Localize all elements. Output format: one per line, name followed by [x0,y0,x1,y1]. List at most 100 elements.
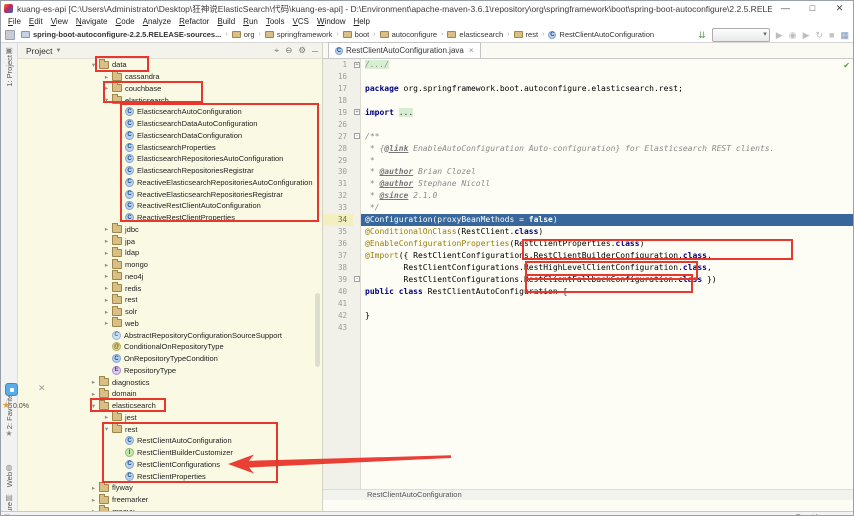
tree-item[interactable]: ▸diagnostics [18,376,322,388]
tree-item[interactable]: ▸domain [18,388,322,400]
chevron-collapsed-icon[interactable]: ▸ [102,272,111,280]
breadcrumb-item[interactable]: autoconfigure [380,30,437,39]
menu-item-build[interactable]: Build [213,17,239,26]
tree-item[interactable]: ▾elasticsearch [18,94,322,106]
code-line[interactable]: 31 * @author Stephane Nicoll [323,178,854,190]
breadcrumb-item[interactable]: org [232,30,255,39]
tree-item[interactable]: ▸redis [18,282,322,294]
chevron-collapsed-icon[interactable]: ▸ [89,390,98,398]
collapse-all-icon[interactable]: ⊖ [285,45,292,56]
menu-item-file[interactable]: File [4,17,25,26]
code-line[interactable]: 18 [323,95,854,107]
tree-item[interactable]: CElasticsearchDataAutoConfiguration [18,118,322,130]
code-line[interactable]: 41 [323,298,854,310]
tree-item[interactable]: ▸rest [18,294,322,306]
run-icon[interactable]: ▶ [776,28,783,42]
code-line[interactable]: 16 [323,71,854,83]
tree-item[interactable]: ▾elasticsearch [18,400,322,412]
coverage-grid-icon[interactable]: ▦ [840,28,849,42]
menu-item-view[interactable]: View [47,17,72,26]
maximize-button[interactable]: □ [799,1,826,16]
menu-item-code[interactable]: Code [112,17,139,26]
debug-icon[interactable]: ◉ [789,28,797,42]
tree-item[interactable]: ▸freemarker [18,494,322,506]
chevron-collapsed-icon[interactable]: ▸ [89,378,98,386]
chevron-collapsed-icon[interactable]: ▸ [102,73,111,81]
toolwindow-project-button[interactable]: ▣ 1: Project [1,46,17,87]
recorder-close-icon[interactable]: ✕ [38,383,46,394]
tree-item[interactable]: CAbstractRepositoryConfigurationSourceSu… [18,329,322,341]
tree-item[interactable]: IRestClientBuilderCustomizer [18,447,322,459]
code-line[interactable]: 34@Configuration(proxyBeanMethods = fals… [323,214,854,226]
fold-marker-icon[interactable]: + [354,109,360,115]
fold-marker-icon[interactable]: + [354,62,360,68]
recorder-badge-icon[interactable] [5,383,18,396]
editor-tab[interactable]: C RestClientAutoConfiguration.java × [328,42,481,58]
chevron-collapsed-icon[interactable]: ▸ [102,284,111,292]
chevron-expanded-icon[interactable]: ▾ [89,402,98,410]
tree-item[interactable]: CElasticsearchProperties [18,141,322,153]
run-coverage-icon[interactable]: ▶ [803,28,810,42]
tree-item[interactable]: ▸web [18,318,322,330]
tree-item[interactable]: ▸ldap [18,247,322,259]
menu-item-analyze[interactable]: Analyze [139,17,175,26]
tree-item[interactable]: CReactiveElasticsearchRepositoriesRegist… [18,188,322,200]
minimize-button[interactable]: — [772,1,799,16]
menu-item-help[interactable]: Help [349,17,373,26]
breadcrumb-item[interactable]: springframework [265,30,332,39]
chevron-expanded-icon[interactable]: ▾ [89,61,98,69]
stop-icon[interactable]: ■ [829,28,834,42]
code-line[interactable]: 43 [323,322,854,334]
rerun-icon[interactable]: ↻ [816,28,824,42]
breadcrumb-item[interactable]: CRestClientAutoConfiguration [548,30,654,39]
chevron-collapsed-icon[interactable]: ▸ [102,296,111,304]
fold-marker-icon[interactable]: - [354,276,360,282]
code-line[interactable]: 19+import ... [323,107,854,119]
toolwindow-favorites-button[interactable]: 2: Favorites ★ [1,390,17,438]
menu-item-tools[interactable]: Tools [262,17,289,26]
code-line[interactable]: 36@EnableConfigurationProperties(RestCli… [323,238,854,250]
code-line[interactable]: 27-/** [323,131,854,143]
chevron-expanded-icon[interactable]: ▾ [102,425,111,433]
tree-item[interactable]: COnRepositoryTypeCondition [18,353,322,365]
breadcrumb-item[interactable]: spring-boot-autoconfigure-2.2.5.RELEASE-… [21,30,221,39]
chevron-collapsed-icon[interactable]: ▸ [102,413,111,421]
code-line[interactable]: 42} [323,310,854,322]
code-line[interactable]: 30 * @author Brian Clozel [323,166,854,178]
chevron-collapsed-icon[interactable]: ▸ [89,496,98,504]
chevron-collapsed-icon[interactable]: ▸ [89,484,98,492]
code-line[interactable]: 37@Import({ RestClientConfigurations.Res… [323,250,854,262]
tree-item[interactable]: CElasticsearchRepositoriesRegistrar [18,165,322,177]
fold-marker-icon[interactable]: - [354,133,360,139]
toolwindow-web-button[interactable]: ◍ Web [1,463,17,487]
code-line[interactable]: 17package org.springframework.boot.autoc… [323,83,854,95]
menu-item-edit[interactable]: Edit [25,17,47,26]
menu-item-vcs[interactable]: VCS [289,17,313,26]
tree-item[interactable]: ▸neo4j [18,271,322,283]
tree-item[interactable]: CReactiveRestClientProperties [18,212,322,224]
editor-breadcrumb[interactable]: RestClientAutoConfiguration [323,489,854,500]
tree-item[interactable]: CRestClientProperties [18,470,322,482]
tree-item[interactable]: CElasticsearchAutoConfiguration [18,106,322,118]
chevron-collapsed-icon[interactable]: ▸ [102,249,111,257]
menu-item-run[interactable]: Run [239,17,262,26]
close-tab-icon[interactable]: × [469,46,474,55]
code-line[interactable]: 39- RestClientConfigurations.RestClientF… [323,274,854,286]
chevron-collapsed-icon[interactable]: ▸ [102,225,111,233]
tree-item[interactable]: ▸jest [18,412,322,424]
tree-item[interactable]: ▸jdbc [18,224,322,236]
tree-item[interactable]: CRestClientAutoConfiguration [18,435,322,447]
menu-item-refactor[interactable]: Refactor [175,17,213,26]
tree-item[interactable]: ▸jpa [18,235,322,247]
breadcrumb-item[interactable]: elasticsearch [447,30,503,39]
vcs-update-icon[interactable]: ⇊ [698,28,706,42]
tree-item[interactable]: ▸mongo [18,259,322,271]
tree-item[interactable]: CRestClientConfigurations [18,459,322,471]
run-config-select[interactable]: ▾ [712,28,770,42]
menu-item-navigate[interactable]: Navigate [72,17,112,26]
close-button[interactable]: ✕ [826,1,853,16]
tree-item[interactable]: ▸cassandra [18,71,322,83]
code-line[interactable]: 33 */ [323,202,854,214]
project-panel-title[interactable]: Project [26,46,52,56]
hide-panel-icon[interactable]: ─ [312,46,318,56]
